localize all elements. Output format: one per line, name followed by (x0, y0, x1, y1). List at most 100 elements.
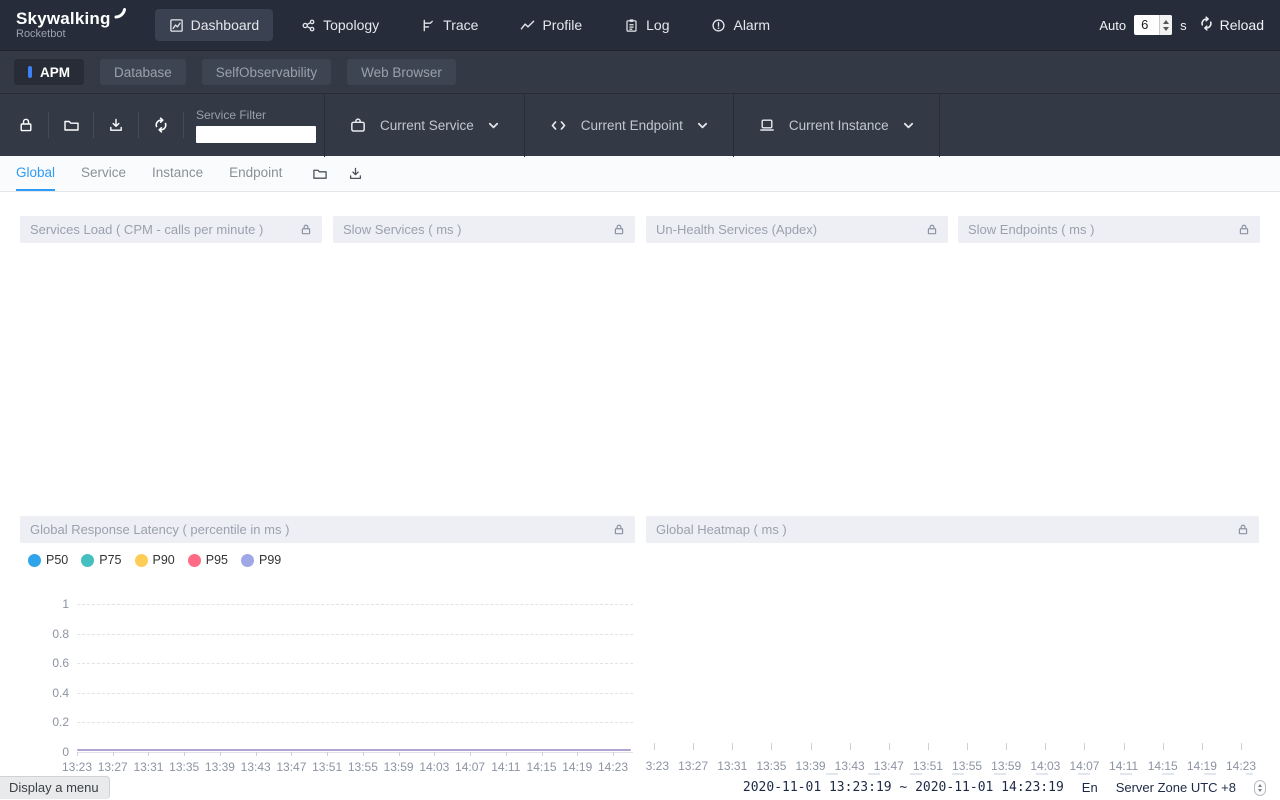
folder-icon[interactable] (49, 117, 93, 133)
folder-icon[interactable] (312, 166, 328, 181)
latency-legend: P50 P75 P90 P95 P99 (28, 553, 281, 567)
tab-service[interactable]: Service (81, 156, 126, 191)
stepper-down-icon (1258, 789, 1262, 792)
nav-label: Trace (443, 17, 478, 33)
x-axis-label: 13:55 (952, 759, 982, 773)
stepper-up-icon (1258, 784, 1262, 787)
tab-global[interactable]: Global (16, 156, 55, 191)
gridline (77, 752, 633, 753)
panel-title: Global Response Latency ( percentile in … (30, 522, 613, 537)
subnav-item-selfobservability[interactable]: SelfObservability (202, 59, 331, 85)
subnav-label: APM (40, 65, 70, 80)
lock-icon[interactable] (613, 523, 625, 536)
nav-label: Alarm (733, 17, 770, 33)
auto-interval-stepper[interactable] (1159, 15, 1172, 35)
download-icon[interactable] (348, 166, 363, 181)
panel-header-services-load[interactable]: Services Load ( CPM - calls per minute ) (20, 216, 322, 243)
nav-label: Dashboard (191, 17, 260, 33)
lock-icon[interactable] (926, 223, 938, 236)
subnav-item-web-browser[interactable]: Web Browser (347, 59, 456, 85)
x-axis-label: 13:35 (169, 760, 199, 774)
x-axis-label: 14:11 (1109, 759, 1138, 773)
nav-item-log[interactable]: Log (610, 9, 683, 41)
x-axis-label: 13:59 (991, 759, 1021, 773)
x-axis-tick (654, 743, 655, 750)
x-axis-tick (811, 743, 812, 750)
nav-item-alarm[interactable]: Alarm (697, 9, 784, 41)
x-axis-tick (1084, 743, 1085, 750)
x-axis-label: 13:23 (646, 759, 669, 773)
x-axis-label: 14:07 (455, 760, 485, 774)
auto-reload-controls: Auto 6 s Reload (1099, 15, 1264, 35)
dashboard-icon (169, 18, 184, 33)
x-axis-label: 13:43 (835, 759, 865, 773)
panel-title: Services Load ( CPM - calls per minute ) (30, 222, 300, 237)
x-axis-label: 13:39 (796, 759, 826, 773)
panel-title: Slow Endpoints ( ms ) (968, 222, 1238, 237)
current-instance-selector[interactable]: Current Instance (733, 94, 940, 157)
swoosh-icon (114, 7, 127, 25)
y-axis-label: 0.6 (29, 656, 69, 670)
service-filter-input[interactable] (196, 126, 316, 143)
panel-header-global-response-latency[interactable]: Global Response Latency ( percentile in … (20, 516, 635, 543)
nav-item-dashboard[interactable]: Dashboard (155, 9, 274, 41)
panel-header-slow-services[interactable]: Slow Services ( ms ) (333, 216, 635, 243)
x-axis-tick (1163, 743, 1164, 750)
legend-item-p99[interactable]: P99 (241, 553, 281, 567)
reload-button[interactable]: Reload (1199, 16, 1264, 34)
heatmap-axis: 13:2313:2713:3113:3513:3913:4313:4713:51… (654, 743, 1241, 775)
stepper-down-icon (1163, 27, 1169, 31)
current-service-selector[interactable]: Current Service (324, 94, 524, 157)
current-endpoint-selector[interactable]: Current Endpoint (524, 94, 733, 157)
x-axis-tick (363, 752, 364, 756)
timezone-label[interactable]: Server Zone UTC +8 (1116, 780, 1236, 795)
x-axis-label: 13:31 (717, 759, 747, 773)
selector-label: Current Endpoint (581, 118, 683, 133)
subnav-label: SelfObservability (216, 65, 317, 80)
tab-instance[interactable]: Instance (152, 156, 203, 191)
legend-item-p95[interactable]: P95 (188, 553, 228, 567)
gridline (77, 604, 633, 605)
time-range-picker[interactable]: 2020-11-01 13:23:19 ~ 2020-11-01 14:23:1… (743, 780, 1064, 795)
legend-label: P50 (46, 553, 68, 567)
trace-icon (421, 18, 436, 33)
alarm-icon (711, 18, 726, 33)
gridline (77, 693, 633, 694)
panel-header-global-heatmap[interactable]: Global Heatmap ( ms ) (646, 516, 1259, 543)
x-axis-tick (577, 752, 578, 756)
nav-item-trace[interactable]: Trace (407, 9, 492, 41)
language-switch[interactable]: En (1082, 780, 1098, 795)
subnav-item-database[interactable]: Database (100, 59, 186, 85)
legend-label: P75 (99, 553, 121, 567)
auto-interval-input[interactable]: 6 (1134, 15, 1172, 35)
stepper-up-icon (1163, 20, 1169, 24)
refresh-icon[interactable] (139, 117, 183, 133)
legend-item-p50[interactable]: P50 (28, 553, 68, 567)
lock-icon[interactable] (1237, 523, 1249, 536)
lock-icon[interactable] (613, 223, 625, 236)
lock-icon[interactable] (300, 223, 312, 236)
legend-item-p90[interactable]: P90 (135, 553, 175, 567)
x-axis-label: 13:27 (678, 759, 708, 773)
lock-icon[interactable] (4, 117, 48, 133)
instance-icon (758, 117, 776, 133)
y-axis-label: 0.8 (29, 627, 69, 641)
download-icon[interactable] (94, 117, 138, 133)
nav-item-profile[interactable]: Profile (506, 9, 596, 41)
x-axis-label: 13:51 (312, 760, 342, 774)
gridline (77, 634, 633, 635)
x-axis-label: 14:15 (527, 760, 557, 774)
panel-header-slow-endpoints[interactable]: Slow Endpoints ( ms ) (958, 216, 1260, 243)
x-axis-tick (506, 752, 507, 756)
lock-icon[interactable] (1238, 223, 1250, 236)
panel-header-unhealth-services[interactable]: Un-Health Services (Apdex) (646, 216, 948, 243)
nav-item-topology[interactable]: Topology (287, 9, 393, 41)
app-logo[interactable]: Skywalking Rocketbot (16, 10, 125, 40)
x-axis-label: 13:59 (384, 760, 414, 774)
timezone-stepper[interactable] (1254, 780, 1266, 796)
legend-dot-icon (28, 554, 41, 567)
x-axis-tick (1241, 743, 1242, 750)
subnav-item-apm[interactable]: APM (14, 59, 84, 85)
legend-item-p75[interactable]: P75 (81, 553, 121, 567)
tab-endpoint[interactable]: Endpoint (229, 156, 282, 191)
